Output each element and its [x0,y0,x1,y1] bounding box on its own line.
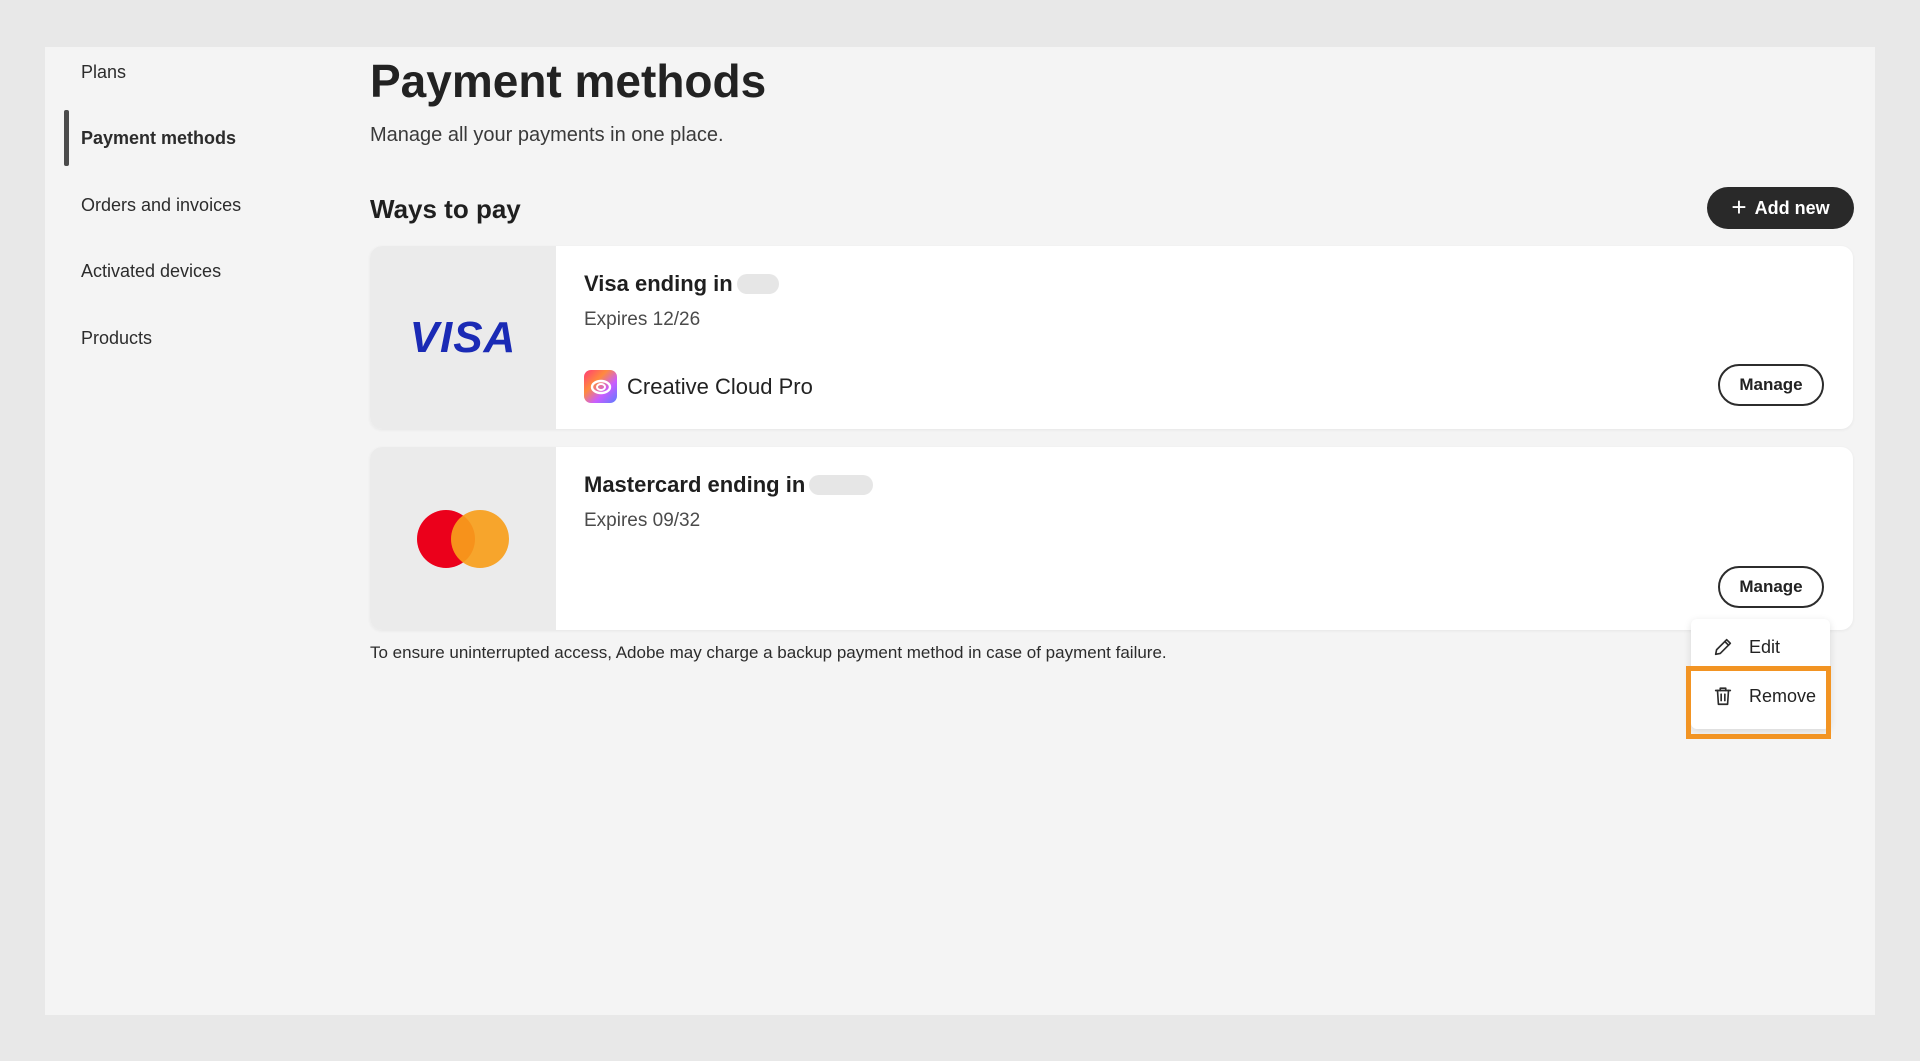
account-panel: Plans Payment methods Orders and invoice… [45,47,1875,1015]
sidebar-item-products[interactable]: Products [81,326,152,350]
payment-card-mastercard: Mastercard ending in Expires 09/32 Manag… [370,447,1853,630]
page-title: Payment methods [370,55,767,107]
menu-item-edit-label: Edit [1749,636,1781,657]
creative-cloud-icon [584,370,617,403]
menu-item-edit[interactable]: Edit [1691,627,1830,667]
card-logo-area: VISA [370,246,556,429]
linked-product: Creative Cloud Pro [584,370,813,403]
manage-dropdown-menu: Edit Remove [1691,619,1830,729]
menu-item-remove-label: Remove [1749,685,1817,706]
visa-logo: VISA [409,312,517,362]
add-new-button[interactable]: + Add new [1707,187,1854,229]
redacted-card-number [809,475,874,495]
card-title: Mastercard ending in [584,471,874,499]
page-subtitle: Manage all your payments in one place. [370,124,724,146]
manage-button-visa[interactable]: Manage [1718,364,1824,406]
redacted-card-number [736,274,779,294]
sidebar-item-plans[interactable]: Plans [81,60,126,84]
card-title: Visa ending in [584,270,779,298]
plus-icon: + [1731,192,1747,222]
card-title-text: Visa ending in [584,271,733,296]
payment-card-visa: VISA Visa ending in Expires 12/26 Creati… [370,246,1853,429]
pencil-icon [1711,635,1735,659]
section-title: Ways to pay [370,194,521,224]
sidebar-item-orders-and-invoices[interactable]: Orders and invoices [81,193,241,217]
sidebar-item-payment-methods[interactable]: Payment methods [81,126,236,150]
sidebar-item-activated-devices[interactable]: Activated devices [81,259,221,283]
manage-button-mastercard[interactable]: Manage [1718,566,1824,608]
card-expiry: Expires 12/26 [584,309,701,330]
active-indicator [64,110,69,166]
card-logo-area [370,447,556,630]
trash-icon [1711,684,1735,708]
menu-item-remove[interactable]: Remove [1691,676,1830,716]
add-new-label: Add new [1754,197,1830,218]
mastercard-logo [417,509,509,568]
card-expiry: Expires 09/32 [584,510,701,531]
product-name: Creative Cloud Pro [627,373,813,399]
backup-payment-note: To ensure uninterrupted access, Adobe ma… [370,643,1167,662]
card-title-text: Mastercard ending in [584,472,806,497]
